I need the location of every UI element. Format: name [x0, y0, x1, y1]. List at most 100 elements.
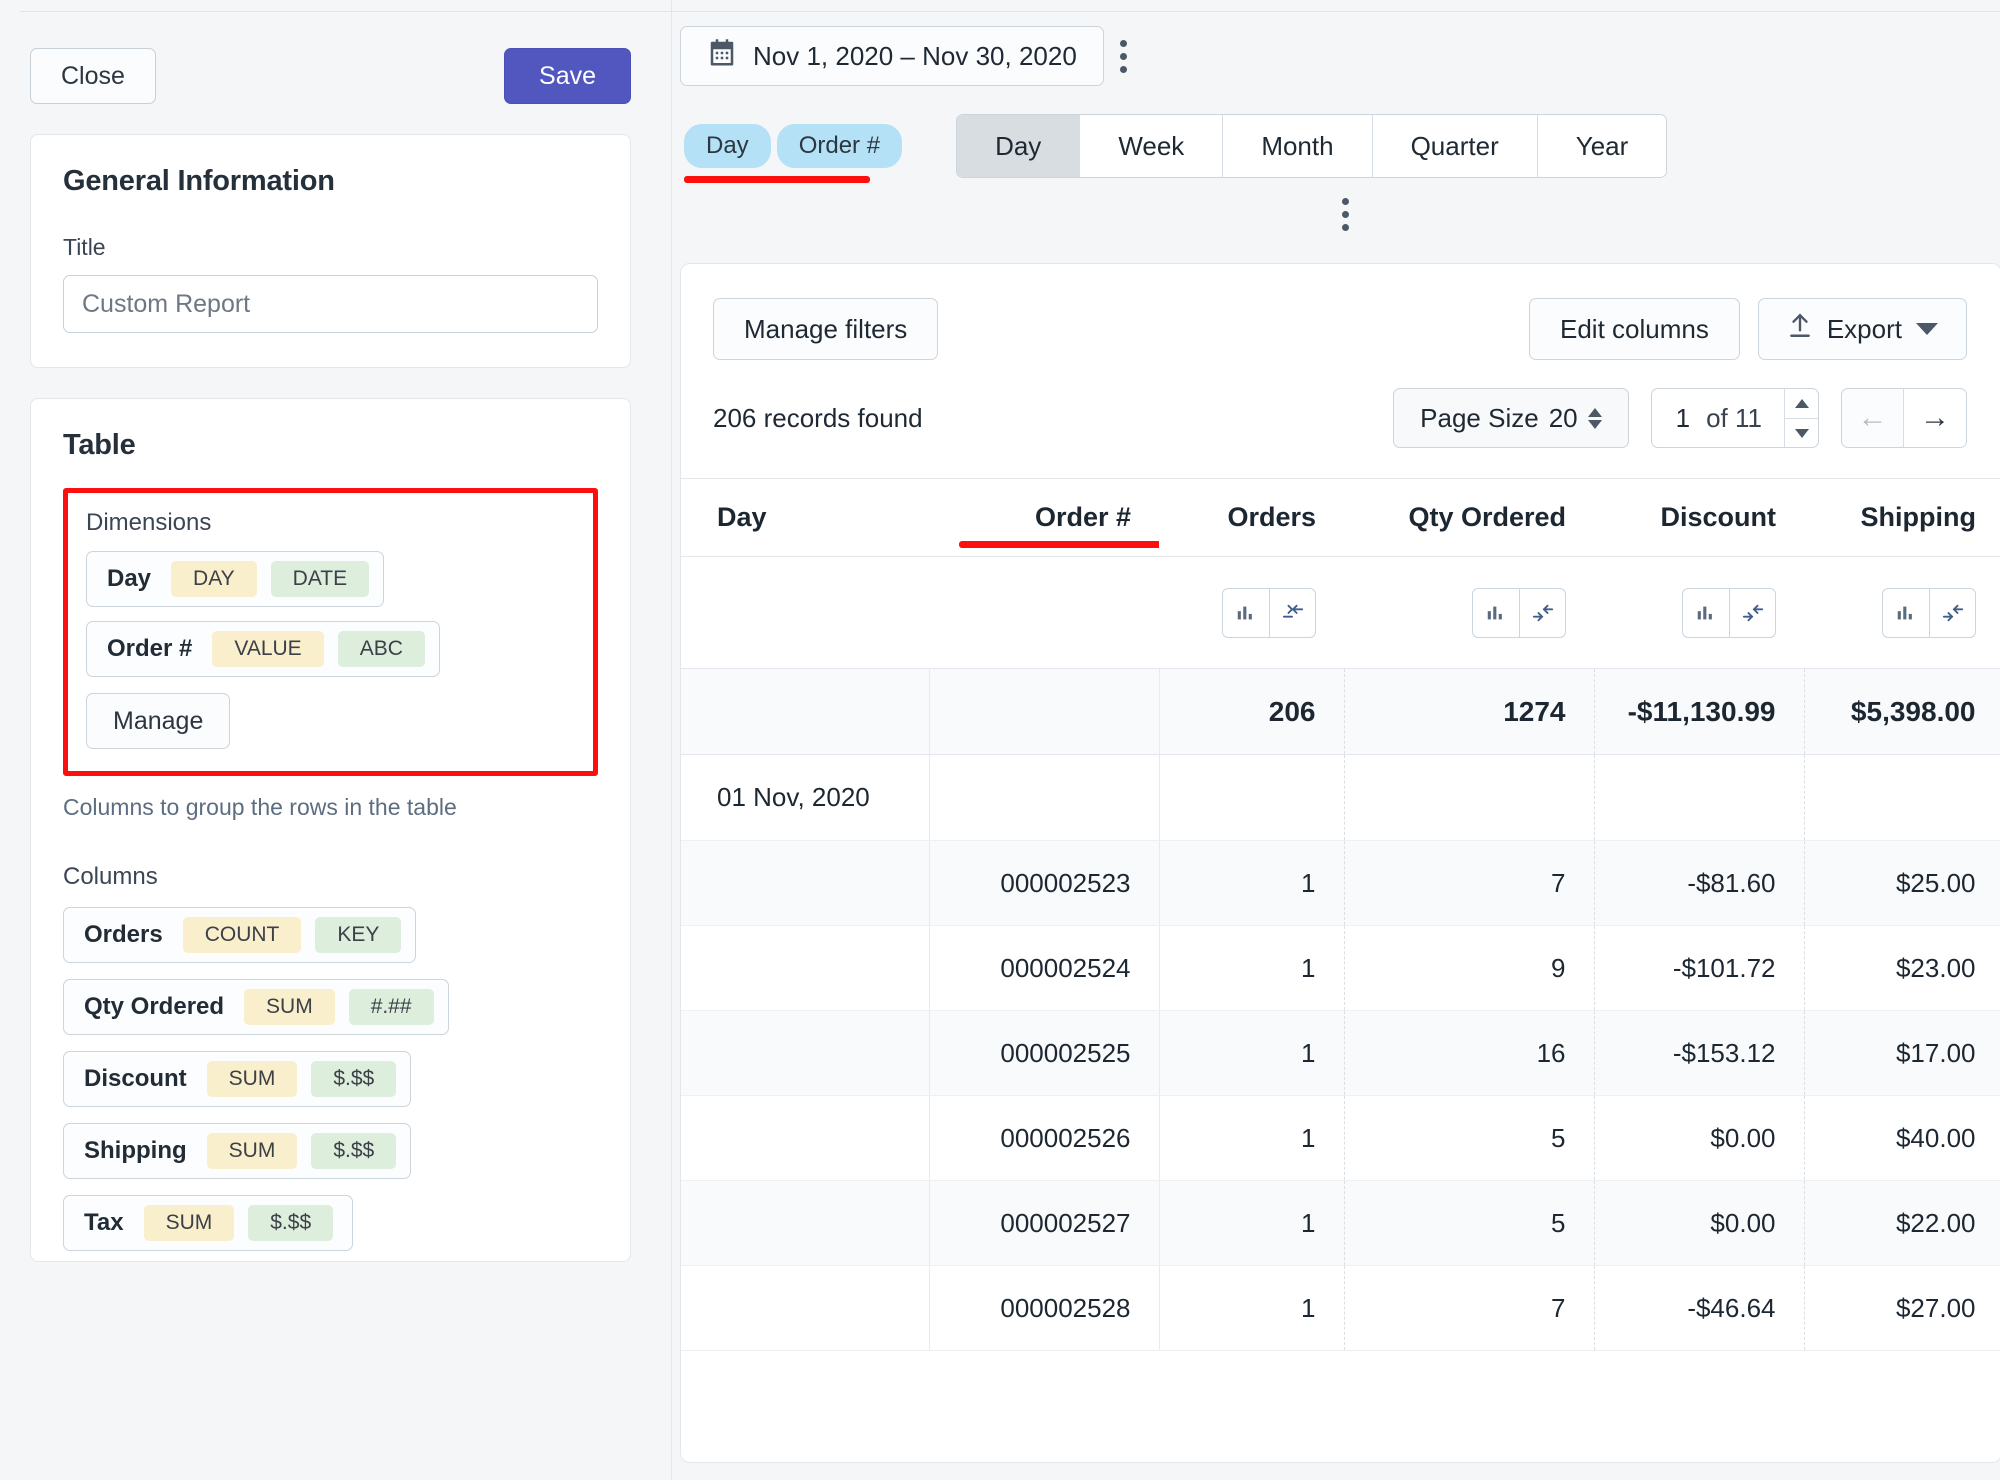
cell-orders: 1 [1159, 1095, 1345, 1181]
cell-day [681, 1010, 930, 1096]
arrow-right-icon[interactable]: → [1904, 389, 1966, 447]
cell-shipping: $23.00 [1804, 925, 2000, 1011]
cell-order: 000002527 [929, 1180, 1160, 1266]
general-information-heading: General Information [63, 165, 335, 197]
table-row[interactable]: 000002528 1 7 -$46.64 $27.00 [681, 1265, 2000, 1351]
sidebar-action-bar: Close Save [20, 0, 639, 104]
widget-more-menu[interactable] [690, 188, 2000, 241]
cell-tools[interactable] [1222, 587, 1316, 638]
date-range-button[interactable]: Nov 1, 2020 – Nov 30, 2020 [680, 26, 1104, 86]
collapse-arrows-icon[interactable] [1929, 588, 1975, 637]
export-button[interactable]: Export [1757, 298, 1967, 360]
manage-filters-button[interactable]: Manage filters [713, 298, 939, 360]
table-head: Day Order # Orders Qty Ordered Discount … [681, 478, 2000, 557]
left-gutter [0, 0, 12, 1480]
tab-month[interactable]: Month [1223, 115, 1373, 177]
tool-cell-day [681, 556, 929, 669]
tool-cell-order [929, 556, 1159, 669]
column-item-discount[interactable]: Discount SUM $.$$ [63, 1051, 412, 1107]
table-body: 206 1274 -$11,130.99 $5,398.00 01 Nov, 2… [681, 556, 2000, 1351]
table-row[interactable]: 000002527 1 5 $0.00 $22.00 [681, 1180, 2000, 1266]
columns-list: Orders COUNT KEY Qty Ordered SUM #.## Di… [63, 907, 598, 1251]
bar-chart-icon[interactable] [1683, 589, 1729, 637]
column-item-tax[interactable]: Tax SUM $.$$ [63, 1195, 353, 1251]
tab-year[interactable]: Year [1537, 115, 1667, 177]
stepper-arrows-icon [1587, 407, 1602, 429]
totals-day [681, 668, 930, 755]
sidebar-top-divider [20, 11, 671, 12]
column-header-discount[interactable]: Discount [1594, 478, 1804, 557]
cell-tools[interactable] [1882, 587, 1976, 638]
grouping-bar: Day Order # Day Week Month Quarter Year [672, 86, 2000, 183]
cell-order: 000002528 [929, 1265, 1160, 1351]
table-group-row[interactable]: 01 Nov, 2020 [681, 754, 2000, 841]
report-builder-page: Close Save General Information Title Tab… [0, 0, 2000, 1480]
page-nav-buttons: ← → [1841, 388, 1967, 448]
page-number-field[interactable]: 1 of 11 [1650, 388, 1819, 448]
table-row[interactable]: 000002525 1 16 -$153.12 $17.00 [681, 1010, 2000, 1096]
records-found-text: 206 records found [713, 402, 923, 433]
date-range-more-menu[interactable] [1104, 30, 1143, 83]
group-shipping [1804, 754, 2000, 841]
spinner-down-icon[interactable] [1785, 418, 1818, 447]
column-header-shipping[interactable]: Shipping [1804, 478, 2000, 557]
column-item-qty-ordered[interactable]: Qty Ordered SUM #.## [63, 979, 449, 1035]
edit-columns-button[interactable]: Edit columns [1529, 298, 1740, 360]
save-button[interactable]: Save [504, 48, 631, 104]
table-heading: Table [63, 429, 136, 461]
tab-quarter[interactable]: Quarter [1372, 115, 1538, 177]
collapse-arrows-icon[interactable] [1269, 588, 1315, 637]
page-total-label: of 11 [1706, 403, 1762, 433]
bar-chart-icon[interactable] [1473, 589, 1519, 637]
grouping-pill-day[interactable]: Day [680, 120, 775, 172]
column-header-orders[interactable]: Orders [1159, 478, 1344, 557]
spinner-up-icon[interactable] [1785, 389, 1818, 418]
cell-orders: 1 [1159, 1010, 1345, 1096]
report-settings-sidebar: Close Save General Information Title Tab… [12, 0, 672, 1480]
table-row[interactable]: 000002526 1 5 $0.00 $40.00 [681, 1095, 2000, 1181]
page-size-selector[interactable]: Page Size 20 [1393, 388, 1629, 448]
cell-orders: 1 [1159, 1180, 1345, 1266]
title-input[interactable] [63, 275, 598, 333]
more-vertical-icon [1119, 39, 1127, 47]
page-size-value: 20 [1548, 402, 1578, 433]
table-header-row: Day Order # Orders Qty Ordered Discount … [681, 478, 2000, 557]
column-header-qty-ordered[interactable]: Qty Ordered [1344, 478, 1594, 557]
cell-tools[interactable] [1682, 587, 1776, 638]
column-item-shipping[interactable]: Shipping SUM $.$$ [63, 1123, 412, 1179]
dimension-item-day[interactable]: Day DAY DATE [86, 551, 385, 607]
cell-order: 000002524 [929, 925, 1160, 1011]
cell-qty: 9 [1344, 925, 1595, 1011]
collapse-arrows-icon[interactable] [1729, 588, 1775, 637]
manage-dimensions-button[interactable]: Manage [86, 693, 231, 749]
table-totals-row: 206 1274 -$11,130.99 $5,398.00 [681, 668, 2000, 755]
tab-day[interactable]: Day [957, 115, 1081, 177]
cell-day [681, 1265, 930, 1351]
cell-tools[interactable] [1472, 587, 1566, 638]
column-header-order[interactable]: Order # [929, 478, 1237, 557]
column-item-orders[interactable]: Orders COUNT KEY [63, 907, 417, 963]
totals-discount: -$11,130.99 [1594, 668, 1805, 755]
column-name: Tax [84, 1209, 124, 1236]
page-spinner[interactable] [1784, 389, 1818, 447]
grouping-pill-order[interactable]: Order # [772, 120, 907, 172]
table-row[interactable]: 000002524 1 9 -$101.72 $23.00 [681, 925, 2000, 1011]
tab-week[interactable]: Week [1080, 115, 1224, 177]
collapse-arrows-icon[interactable] [1519, 588, 1565, 637]
column-format-tag: $.$$ [311, 1133, 397, 1169]
records-and-pagination: 206 records found Page Size 20 1 of 11 ←… [681, 360, 2000, 448]
tool-cell-orders [1159, 556, 1344, 669]
cell-orders: 1 [1159, 1265, 1345, 1351]
cell-day [681, 1180, 930, 1266]
column-header-day[interactable]: Day [681, 478, 929, 557]
widget-menu-row [672, 178, 2000, 241]
cell-discount: -$153.12 [1594, 1010, 1805, 1096]
dimension-item-order[interactable]: Order # VALUE ABC [86, 621, 440, 677]
bar-chart-icon[interactable] [1883, 589, 1929, 637]
close-button[interactable]: Close [30, 48, 156, 104]
bar-chart-icon[interactable] [1223, 589, 1269, 637]
arrow-left-icon[interactable]: ← [1842, 389, 1904, 447]
cell-discount: $0.00 [1594, 1095, 1805, 1181]
table-row[interactable]: 000002523 1 7 -$81.60 $25.00 [681, 840, 2000, 926]
cell-orders: 1 [1159, 840, 1345, 926]
